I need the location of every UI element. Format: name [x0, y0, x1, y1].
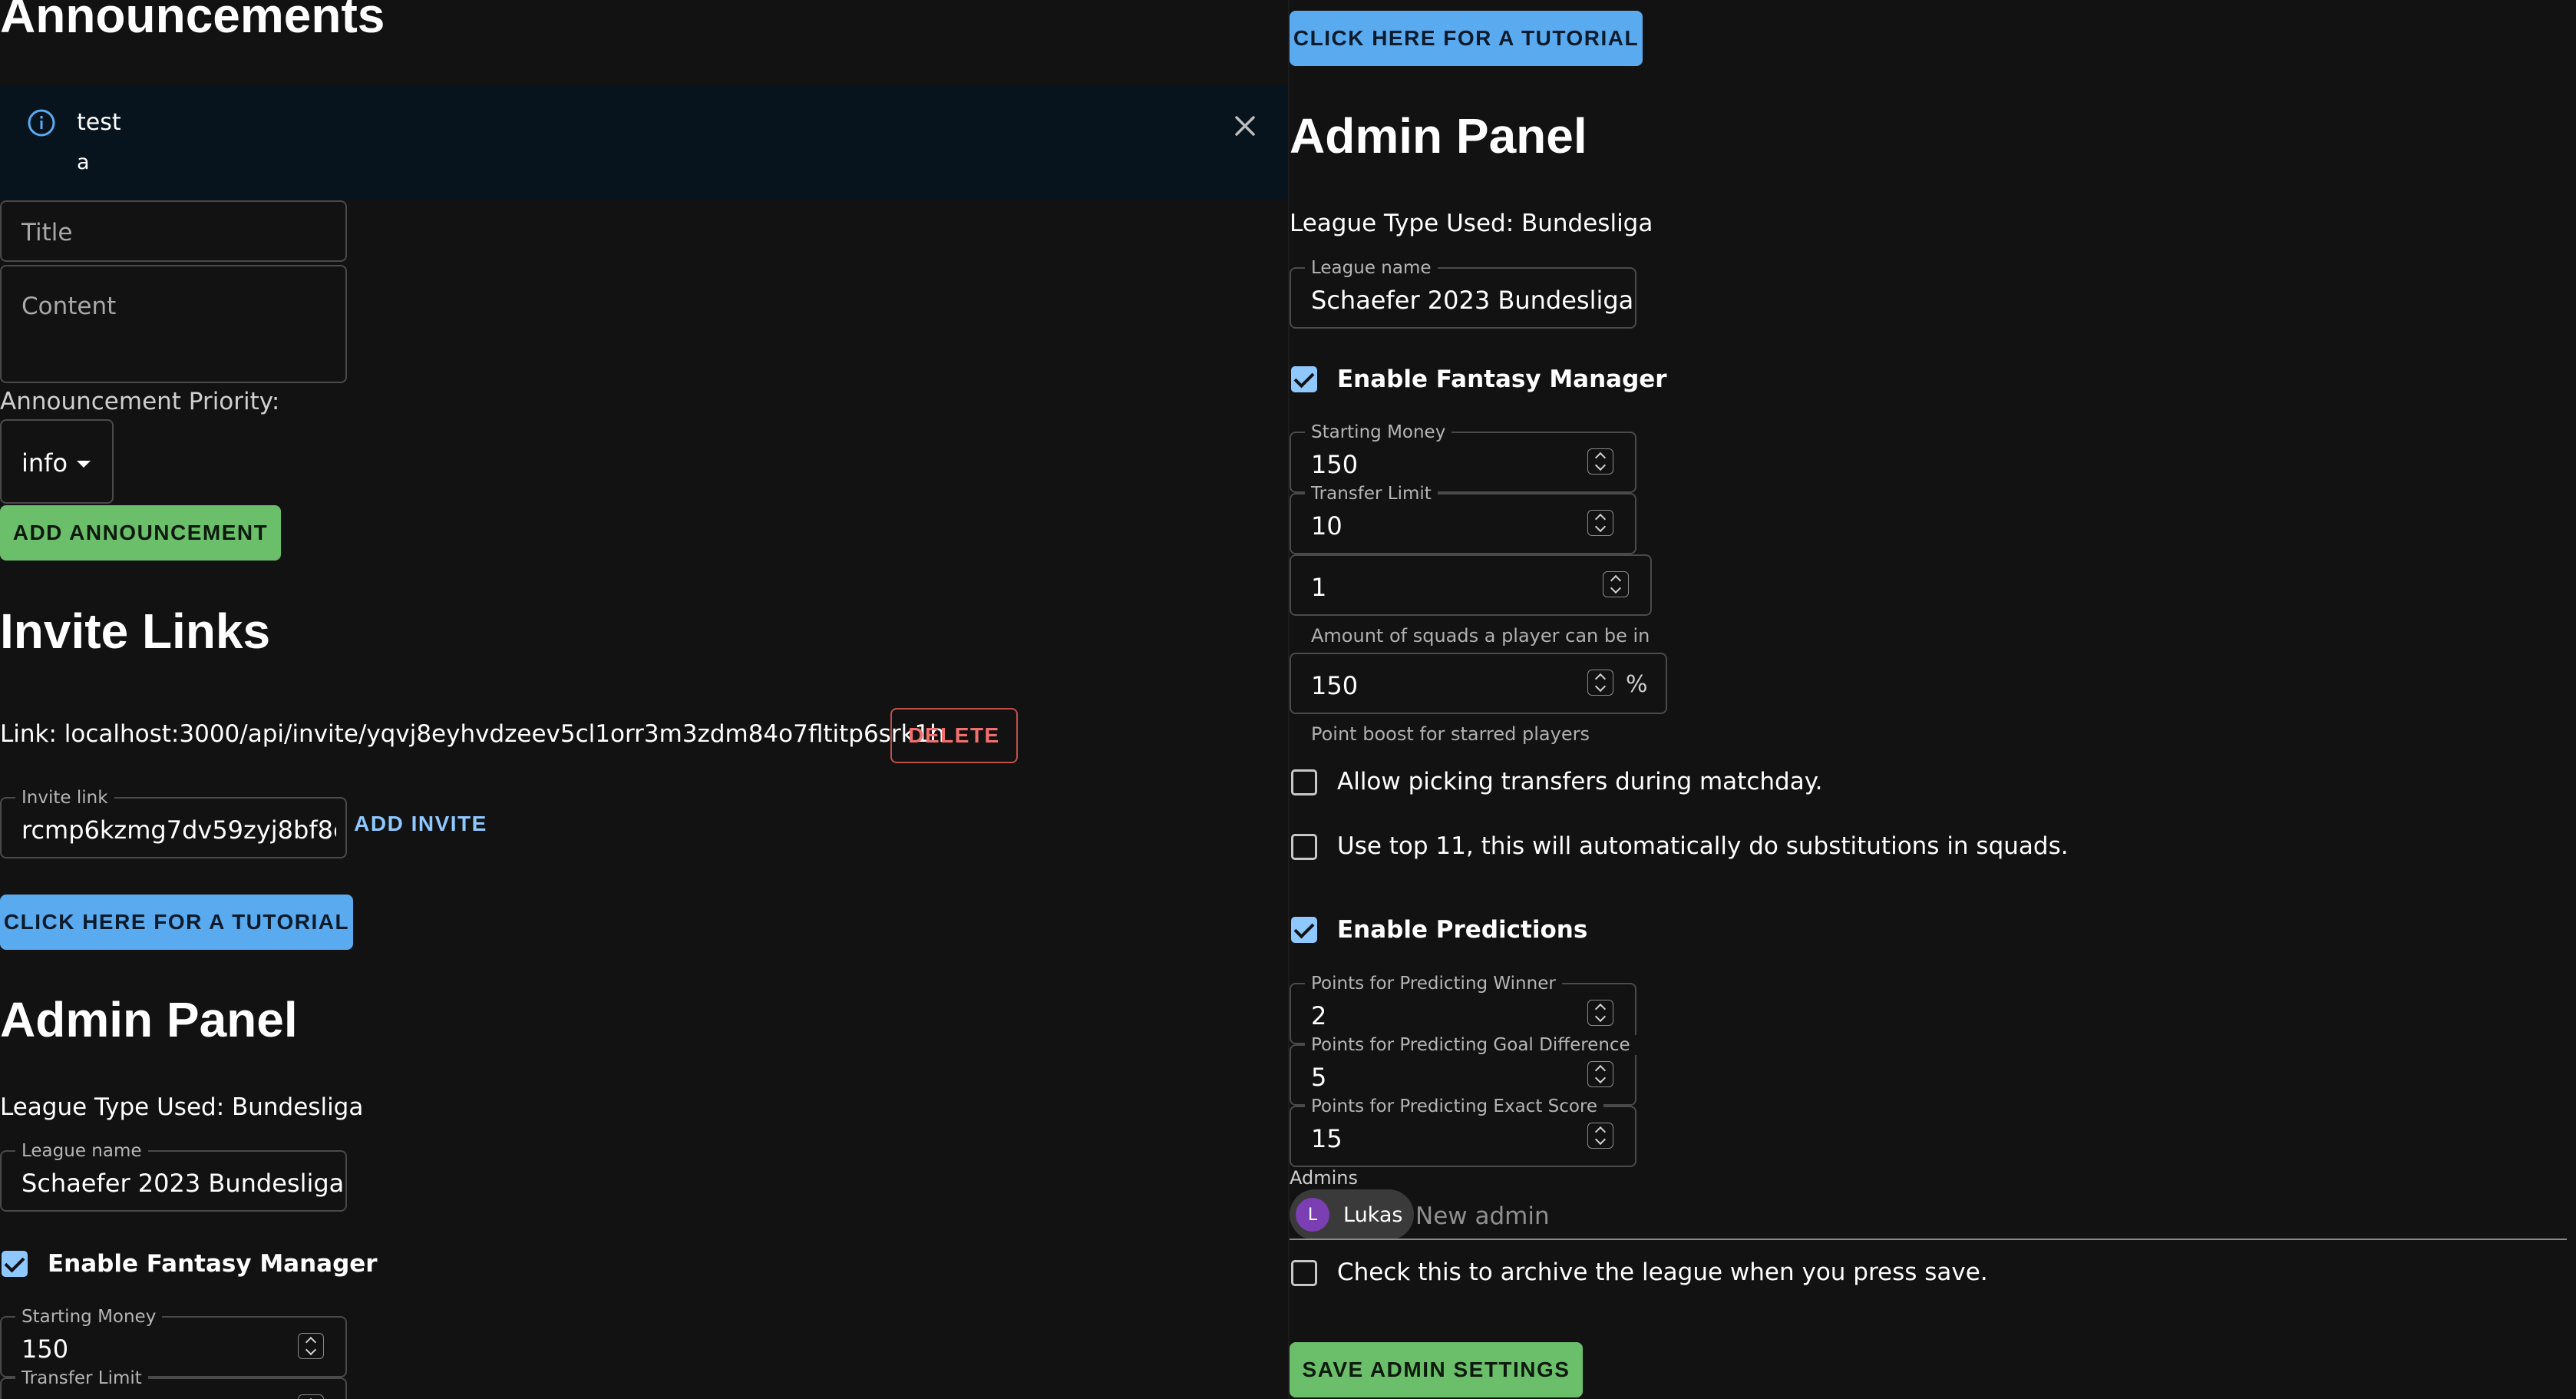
delete-invite-button[interactable]: DELETE — [890, 708, 1018, 763]
goal-diff-points-value: 5 — [1311, 1063, 1327, 1092]
priority-select[interactable]: info — [0, 419, 114, 504]
tutorial-button[interactable]: CLICK HERE FOR A TUTORIAL — [0, 895, 353, 950]
stepper-icon[interactable] — [1587, 448, 1613, 475]
announcement-alert: test a — [0, 86, 1290, 200]
exact-score-points-label: Points for Predicting Exact Score — [1305, 1096, 1604, 1116]
alert-body: a — [77, 150, 90, 174]
admin-panel-heading: Admin Panel — [0, 992, 298, 1047]
squads-helper: Amount of squads a player can be in — [1311, 625, 1650, 647]
admins-label: Admins — [1290, 1167, 1358, 1189]
fantasy-manager-checkbox[interactable] — [2, 1251, 28, 1277]
right-pane: CLICK HERE FOR A TUTORIAL Admin Panel Le… — [1290, 0, 2576, 1399]
transfer-limit-field[interactable]: Transfer Limit 10 — [1290, 484, 1636, 554]
add-invite-button[interactable]: ADD INVITE — [352, 797, 490, 851]
stepper-icon[interactable] — [1603, 571, 1629, 597]
starting-money-field-label: Starting Money — [1305, 422, 1452, 442]
starting-money-value: 150 — [21, 1335, 69, 1364]
starting-money-value: 150 — [1311, 450, 1359, 479]
stepper-icon[interactable] — [1587, 510, 1613, 536]
alert-title: test — [77, 109, 121, 136]
stepper-icon[interactable] — [298, 1333, 324, 1359]
exact-score-points-value: 15 — [1311, 1124, 1342, 1153]
transfer-limit-field-label: Transfer Limit — [1305, 484, 1438, 504]
top11-label: Use top 11, this will automatically do s… — [1337, 832, 2069, 860]
content-placeholder: Content — [21, 293, 117, 320]
predictions-label: Enable Predictions — [1337, 916, 1588, 944]
close-icon[interactable] — [1231, 112, 1259, 140]
invite-links-heading: Invite Links — [0, 604, 271, 659]
starting-money-field-label: Starting Money — [15, 1307, 163, 1327]
point-boost-helper: Point boost for starred players — [1311, 723, 1590, 745]
league-name-field[interactable]: League name Schaefer 2023 Bundesliga — [0, 1141, 347, 1212]
league-name-field[interactable]: League name Schaefer 2023 Bundesliga — [1290, 258, 1636, 329]
avatar: L — [1296, 1198, 1329, 1232]
left-pane: Announcements test a Title Content Annou… — [0, 0, 1290, 1399]
stepper-icon[interactable] — [298, 1394, 324, 1399]
squads-value: 1 — [1311, 573, 1327, 602]
invite-link-field[interactable]: Invite link rcmp6kzmg7dv59zyj8bf8cr — [0, 788, 347, 858]
predictions-checkbox[interactable] — [1291, 917, 1317, 943]
admin-chip-name: Lukas — [1343, 1202, 1403, 1227]
transfer-limit-value: 10 — [1311, 511, 1342, 541]
stepper-icon[interactable] — [1587, 1000, 1613, 1026]
info-icon — [28, 109, 55, 137]
add-announcement-button[interactable]: ADD ANNOUNCEMENT — [0, 505, 281, 561]
transfer-limit-field[interactable]: Transfer Limit — [0, 1368, 347, 1399]
percent-unit: % — [1626, 671, 1648, 698]
league-name-value: Schaefer 2023 Bundesliga — [21, 1169, 345, 1198]
league-type-text: League Type Used: Bundesliga — [1290, 210, 1653, 237]
tutorial-button[interactable]: CLICK HERE FOR A TUTORIAL — [1290, 11, 1643, 66]
priority-label: Announcement Priority: — [0, 388, 280, 415]
admin-panel-heading: Admin Panel — [1290, 108, 1587, 164]
goal-diff-points-label: Points for Predicting Goal Difference — [1305, 1035, 1636, 1055]
announcements-heading: Announcements — [0, 0, 385, 43]
winner-points-label: Points for Predicting Winner — [1305, 974, 1562, 994]
title-input[interactable]: Title — [0, 200, 347, 262]
archive-checkbox[interactable] — [1291, 1260, 1317, 1286]
fantasy-manager-label: Enable Fantasy Manager — [1337, 365, 1667, 393]
content-input[interactable]: Content — [0, 265, 347, 383]
point-boost-value: 150 — [1311, 671, 1359, 700]
league-name-field-label: League name — [1305, 258, 1438, 278]
stepper-icon[interactable] — [1587, 1061, 1613, 1087]
admin-chip[interactable]: L Lukas — [1290, 1189, 1414, 1240]
stepper-icon[interactable] — [1587, 670, 1613, 696]
fantasy-manager-checkbox[interactable] — [1291, 366, 1317, 392]
save-admin-settings-button[interactable]: SAVE ADMIN SETTINGS — [1290, 1342, 1583, 1397]
top11-checkbox[interactable] — [1291, 834, 1317, 860]
squads-field[interactable]: 1 — [1290, 554, 1652, 616]
priority-value: info — [21, 448, 68, 478]
league-name-value: Schaefer 2023 Bundesliga — [1311, 286, 1634, 315]
stepper-icon[interactable] — [1587, 1123, 1613, 1149]
transfer-limit-field-label: Transfer Limit — [15, 1368, 148, 1388]
fantasy-manager-label: Enable Fantasy Manager — [48, 1250, 378, 1278]
chevron-down-icon — [77, 461, 91, 468]
invite-link-value: rcmp6kzmg7dv59zyj8bf8cr — [21, 815, 336, 845]
league-name-field-label: League name — [15, 1141, 148, 1161]
winner-points-value: 2 — [1311, 1001, 1327, 1030]
point-boost-field[interactable]: 150 % — [1290, 653, 1667, 714]
archive-label: Check this to archive the league when yo… — [1337, 1258, 1988, 1286]
invite-link-field-label: Invite link — [15, 788, 114, 808]
title-placeholder: Title — [21, 219, 73, 246]
admins-underline — [1290, 1239, 2567, 1240]
league-type-text: League Type Used: Bundesliga — [0, 1093, 364, 1121]
exact-score-points-field[interactable]: Points for Predicting Exact Score 15 — [1290, 1096, 1636, 1167]
allow-transfers-label: Allow picking transfers during matchday. — [1337, 768, 1823, 795]
invite-link-text: Link: localhost:3000/api/invite/yqvj8eyh… — [0, 720, 945, 748]
new-admin-input[interactable]: New admin — [1415, 1202, 1550, 1230]
allow-transfers-checkbox[interactable] — [1291, 769, 1317, 795]
